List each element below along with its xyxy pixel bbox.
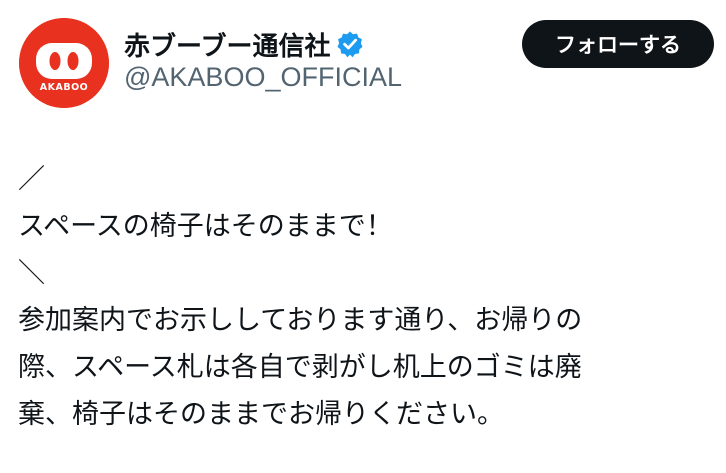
display-name[interactable]: 赤ブーブー通信社 — [124, 26, 330, 63]
tweet-line: 参加案内でお示ししております通り、お帰りの — [18, 305, 583, 336]
avatar[interactable]: AKABOO — [19, 18, 109, 108]
tweet-line: ／ — [18, 164, 45, 195]
tweet-line: 際、スペース札は各自で剥がし机上のゴミは廃 — [18, 352, 582, 383]
tweet-header: AKABOO 赤ブーブー通信社 @AKABOO_OFFICIAL フォローする — [0, 0, 726, 120]
verified-badge-icon — [336, 30, 364, 58]
follow-button[interactable]: フォローする — [522, 20, 714, 68]
tweet-line: ＼ — [18, 258, 45, 289]
pig-nose-logo-icon — [19, 18, 109, 108]
display-name-row[interactable]: 赤ブーブー通信社 — [124, 26, 364, 62]
tweet-line: スペースの椅子はそのままで！ — [18, 211, 393, 242]
tweet-line: 棄、椅子はそのままでお帰りください。 — [18, 399, 504, 430]
avatar-caption: AKABOO — [39, 82, 89, 93]
tweet-text: ／ スペースの椅子はそのままで！ ＼ 参加案内でお示ししております通り、お帰りの… — [18, 156, 718, 438]
user-handle[interactable]: @AKABOO_OFFICIAL — [124, 62, 402, 93]
